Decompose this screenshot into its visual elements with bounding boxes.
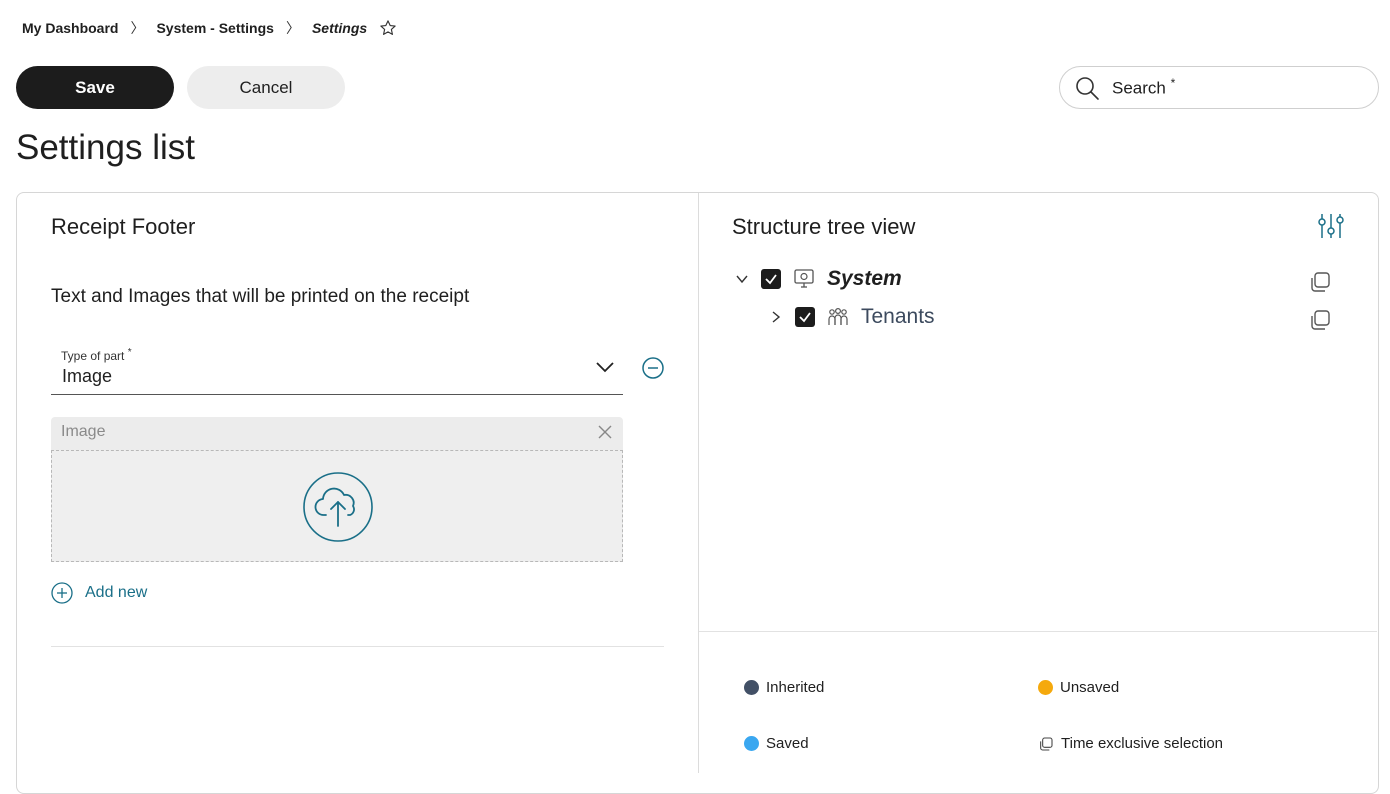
chevron-down-icon[interactable] (595, 360, 615, 374)
system-monitor-icon (793, 268, 815, 290)
breadcrumb-separator: 〉 (285, 20, 300, 36)
tree-node-tenants[interactable]: Tenants (769, 305, 935, 329)
panel-divider (698, 193, 699, 773)
legend-inherited: Inherited (744, 679, 824, 696)
favorite-star-icon[interactable] (379, 19, 397, 37)
legend-label: Unsaved (1060, 679, 1120, 696)
left-divider (51, 646, 664, 647)
add-new-button[interactable]: Add new (51, 582, 147, 604)
copy-icon[interactable] (1308, 270, 1332, 294)
breadcrumb-current: Settings (311, 20, 368, 36)
plus-circle-icon (51, 582, 73, 604)
page-title: Settings list (16, 128, 195, 167)
legend-label: Saved (766, 735, 809, 752)
legend-divider (699, 631, 1377, 632)
tree-label-tenants: Tenants (861, 305, 935, 328)
save-button[interactable]: Save (16, 66, 174, 109)
tree-node-system[interactable]: System (735, 267, 902, 291)
chevron-down-icon[interactable] (735, 272, 749, 286)
tree-checkbox-tenants[interactable] (795, 307, 815, 327)
legend-unsaved: Unsaved (1038, 679, 1119, 696)
cloud-upload-icon[interactable] (302, 471, 374, 543)
search-input[interactable]: Search * (1059, 66, 1379, 109)
unsaved-dot-icon (1038, 680, 1053, 695)
image-box-label: Image (61, 423, 106, 440)
breadcrumb-separator: 〉 (130, 20, 145, 36)
remove-part-icon[interactable] (641, 356, 665, 380)
image-box-header: Image (51, 417, 623, 450)
copy-icon[interactable] (1308, 308, 1332, 332)
copy-icon (1040, 736, 1053, 751)
breadcrumb: My Dashboard 〉 System - Settings 〉 Setti… (22, 18, 397, 38)
type-of-part-select[interactable]: Type of part * Image (51, 342, 623, 395)
type-of-part-value: Image (62, 366, 113, 386)
receipt-footer-title: Receipt Footer (51, 214, 196, 239)
close-icon[interactable] (597, 424, 613, 440)
search-placeholder: Search * (1112, 76, 1176, 98)
chevron-right-icon[interactable] (769, 310, 783, 324)
saved-dot-icon (744, 736, 759, 751)
add-new-label: Add new (85, 584, 148, 601)
breadcrumb-system-settings[interactable]: System - Settings (156, 20, 273, 36)
legend-label: Inherited (766, 679, 825, 696)
inherited-dot-icon (744, 680, 759, 695)
breadcrumb-dashboard[interactable]: My Dashboard (22, 20, 118, 36)
search-icon (1074, 75, 1100, 101)
legend-time-exclusive: Time exclusive selection (1038, 735, 1223, 752)
tree-label-system: System (827, 267, 902, 290)
type-of-part-label: Type of part * (61, 347, 132, 363)
people-group-icon (827, 306, 849, 328)
structure-tree-title: Structure tree view (732, 214, 916, 239)
legend-saved: Saved (744, 735, 809, 752)
cancel-button[interactable]: Cancel (187, 66, 345, 109)
filter-sliders-icon[interactable] (1316, 211, 1346, 241)
tree-checkbox-system[interactable] (761, 269, 781, 289)
receipt-footer-description: Text and Images that will be printed on … (51, 286, 470, 307)
legend-label: Time exclusive selection (1061, 735, 1224, 752)
